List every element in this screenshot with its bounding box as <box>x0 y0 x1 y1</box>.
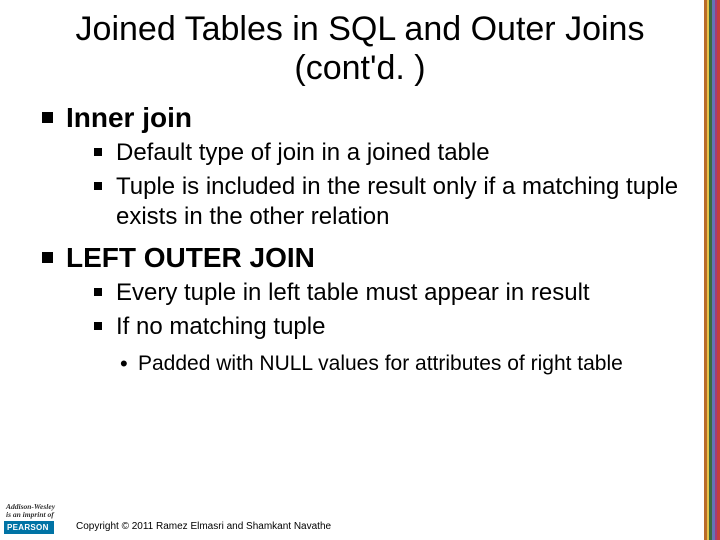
copyright-text: Copyright © 2011 Ramez Elmasri and Shamk… <box>76 521 331 532</box>
list-item: If no matching tuple <box>94 312 690 342</box>
list-item: Default type of join in a joined table <box>94 138 690 168</box>
content-area: Inner join Default type of join in a joi… <box>0 94 720 376</box>
decorative-sidebar <box>704 0 720 540</box>
list-item: Padded with NULL values for attributes o… <box>120 352 690 376</box>
section-heading: LEFT OUTER JOIN <box>66 242 315 273</box>
bullet-list-level3: Padded with NULL values for attributes o… <box>66 352 690 376</box>
bullet-list-level1: Inner join Default type of join in a joi… <box>40 102 690 376</box>
section-heading: Inner join <box>66 102 192 133</box>
slide-title: Joined Tables in SQL and Outer Joins (co… <box>0 0 720 94</box>
section-left-outer-join: LEFT OUTER JOIN Every tuple in left tabl… <box>40 242 690 376</box>
slide: Joined Tables in SQL and Outer Joins (co… <box>0 0 720 540</box>
list-item: Tuple is included in the result only if … <box>94 172 690 232</box>
footer: Addison-Wesley is an imprint of PEARSON … <box>0 503 720 534</box>
publisher-logo: Addison-Wesley is an imprint of PEARSON <box>4 503 66 534</box>
pearson-badge: PEARSON <box>4 521 54 534</box>
section-inner-join: Inner join Default type of join in a joi… <box>40 102 690 232</box>
publisher-text: Addison-Wesley is an imprint of <box>4 503 66 519</box>
bullet-list-level2: Default type of join in a joined table T… <box>66 138 690 232</box>
bullet-list-level2: Every tuple in left table must appear in… <box>66 278 690 342</box>
publisher-line2: is an imprint of <box>6 510 54 519</box>
list-item: Every tuple in left table must appear in… <box>94 278 690 308</box>
